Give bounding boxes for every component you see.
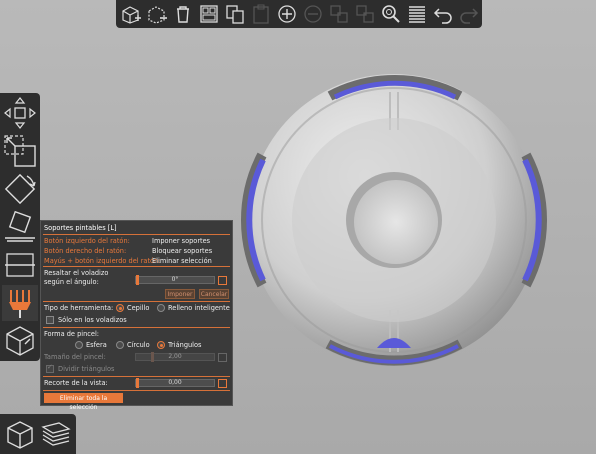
brush-size-value: 2,00 bbox=[168, 353, 182, 360]
split-parts-icon bbox=[353, 2, 377, 26]
clear-all-button[interactable]: Eliminar toda la selección bbox=[44, 393, 123, 411]
clipping-label: Recorte de la vista: bbox=[44, 379, 108, 387]
triangles-radio[interactable] bbox=[157, 341, 165, 349]
panel-title: Soportes pintables [L] bbox=[44, 224, 117, 232]
only-overhangs-checkbox[interactable] bbox=[46, 316, 54, 324]
place-on-face-icon[interactable] bbox=[2, 209, 38, 245]
add-object-icon[interactable] bbox=[119, 2, 143, 26]
delete-all-icon[interactable] bbox=[171, 2, 195, 26]
smart-fill-radio[interactable] bbox=[157, 304, 165, 312]
paste-icon bbox=[249, 2, 273, 26]
edit-value-icon[interactable] bbox=[218, 276, 227, 285]
brush-size-slider[interactable]: 2,00 bbox=[135, 352, 215, 362]
sphere-radio[interactable] bbox=[75, 341, 83, 349]
remove-instance-icon bbox=[301, 2, 325, 26]
hint-key-right: Botón derecho del ratón: bbox=[44, 247, 127, 255]
split-triangles-label: Dividir triángulos bbox=[58, 365, 115, 373]
layers-editing-icon[interactable] bbox=[405, 2, 429, 26]
triangles-label: Triángulos bbox=[168, 341, 202, 349]
copy-icon[interactable] bbox=[223, 2, 247, 26]
sphere-body bbox=[240, 74, 548, 366]
smart-fill-label: Relleno inteligente bbox=[168, 304, 230, 312]
undo-icon[interactable] bbox=[431, 2, 455, 26]
cut-icon[interactable] bbox=[2, 247, 38, 283]
view-switcher bbox=[0, 414, 76, 454]
rotate-icon[interactable] bbox=[2, 171, 38, 207]
paint-supports-icon[interactable] bbox=[2, 285, 38, 321]
split-triangles-checkbox[interactable]: ✓ bbox=[46, 363, 54, 373]
divider bbox=[43, 327, 230, 328]
divider bbox=[43, 301, 230, 302]
hint-action-right: Bloquear soportes bbox=[152, 247, 213, 255]
brush-radio[interactable] bbox=[116, 304, 124, 312]
hint-action-shift-left: Eliminar selección bbox=[152, 257, 212, 265]
enforce-button[interactable]: Imponer bbox=[165, 289, 195, 299]
divider bbox=[43, 376, 230, 377]
circle-label: Círculo bbox=[127, 341, 150, 349]
hint-key-shift-left: Mayús + botón izquierdo del ratón: bbox=[44, 257, 161, 265]
hint-key-left: Botón izquierdo del ratón: bbox=[44, 237, 130, 245]
overhang-angle-value: 0° bbox=[171, 276, 179, 283]
split-objects-icon bbox=[327, 2, 351, 26]
arrange-icon[interactable] bbox=[197, 2, 221, 26]
redo-icon bbox=[457, 2, 481, 26]
preview-layers-icon[interactable] bbox=[38, 416, 74, 452]
3d-model-viewport[interactable] bbox=[240, 70, 550, 370]
circle-radio[interactable] bbox=[116, 341, 124, 349]
sphere-label: Esfera bbox=[86, 341, 107, 349]
seam-painting-icon[interactable] bbox=[2, 323, 38, 359]
divider bbox=[43, 266, 230, 267]
cancel-button[interactable]: Cancelar bbox=[199, 289, 229, 299]
divider bbox=[43, 390, 230, 391]
left-toolbar bbox=[0, 93, 40, 361]
edit-value-icon bbox=[218, 353, 227, 362]
scale-icon[interactable] bbox=[2, 133, 38, 169]
overhang-label: Resaltar el voladizo bbox=[44, 269, 109, 277]
delete-object-icon[interactable] bbox=[145, 2, 169, 26]
brush-shape-label: Forma de pincel: bbox=[44, 330, 100, 338]
top-toolbar bbox=[116, 0, 482, 28]
overhang-label-2: según el ángulo: bbox=[44, 278, 99, 286]
3d-view-icon[interactable] bbox=[2, 416, 38, 452]
brush-label: Cepillo bbox=[127, 304, 150, 312]
clipping-slider[interactable]: 0,00 bbox=[135, 378, 215, 388]
edit-value-icon[interactable] bbox=[218, 379, 227, 388]
hint-action-left: Imponer soportes bbox=[152, 237, 211, 245]
tool-type-label: Tipo de herramienta: bbox=[44, 304, 114, 312]
clipping-value: 0,00 bbox=[168, 379, 182, 386]
search-icon[interactable] bbox=[379, 2, 403, 26]
add-instance-icon[interactable] bbox=[275, 2, 299, 26]
divider bbox=[43, 234, 230, 235]
only-overhangs-label: Sólo en los voladizos bbox=[58, 316, 127, 324]
brush-size-label: Tamaño del pincel: bbox=[44, 353, 106, 361]
paint-supports-panel: Soportes pintables [L] Botón izquierdo d… bbox=[40, 220, 233, 411]
move-icon[interactable] bbox=[2, 95, 38, 131]
overhang-angle-slider[interactable]: 0° bbox=[135, 275, 215, 285]
